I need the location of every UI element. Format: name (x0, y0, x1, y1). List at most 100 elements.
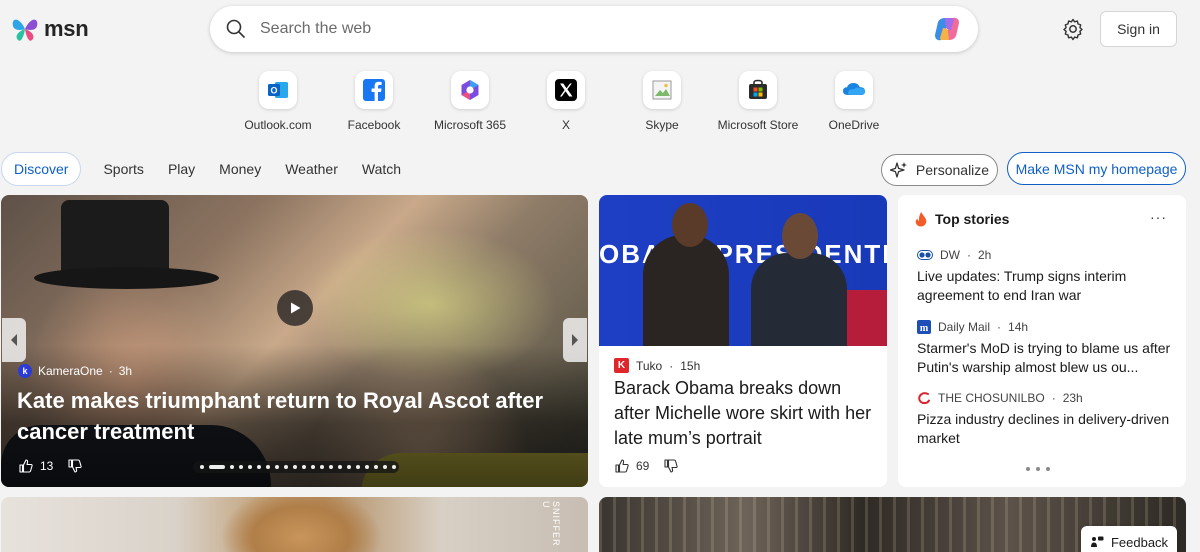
story-item[interactable]: m Daily Mail · 14h Starmer's MoD is tryi… (917, 320, 1173, 377)
svg-text:m: m (920, 323, 929, 334)
carousel-dot[interactable] (383, 465, 387, 469)
card-reactions: 69 (614, 458, 679, 474)
quick-link-facebook[interactable]: Facebook (326, 71, 422, 132)
quick-link-onedrive[interactable]: OneDrive (806, 71, 902, 132)
thumbs-down-icon[interactable] (663, 458, 679, 474)
quick-link-skype[interactable]: Skype (614, 71, 710, 132)
thumbs-up-icon[interactable] (18, 458, 34, 474)
quick-link-x[interactable]: X (518, 71, 614, 132)
butterfly-icon (12, 19, 38, 41)
carousel-dot[interactable] (284, 465, 288, 469)
copilot-icon[interactable] (932, 14, 962, 44)
carousel-next-button[interactable] (563, 318, 587, 362)
more-options-button[interactable]: ··· (1150, 209, 1167, 225)
carousel-dot[interactable] (329, 465, 333, 469)
quick-link-label: OneDrive (828, 118, 880, 132)
hero-source[interactable]: k KameraOne · 3h (18, 364, 132, 378)
carousel-dot[interactable] (374, 465, 378, 469)
story-source-name: DW (940, 248, 960, 262)
carousel-indicators[interactable] (193, 461, 399, 473)
news-card-dog[interactable]: SNIFFER U (1, 497, 588, 552)
story-item[interactable]: THE CHOSUNILBO · 23h Pizza industry decl… (917, 391, 1173, 448)
top-stories-pagination[interactable] (1026, 467, 1050, 471)
tab-discover[interactable]: Discover (1, 152, 82, 186)
quick-links: O Outlook.com Facebook Microsoft 365 X S… (230, 71, 902, 132)
news-card-obama[interactable]: OBAMA PRESIDENTIAL K Tuko · 15h Barack O… (599, 195, 887, 487)
microsoft-365-icon (451, 71, 489, 109)
sign-in-button[interactable]: Sign in (1100, 11, 1177, 47)
like-count: 69 (636, 459, 650, 473)
source-separator: · (967, 248, 971, 262)
pagination-dot[interactable] (1036, 467, 1040, 471)
feedback-button[interactable]: Feedback (1081, 526, 1177, 552)
pagination-dot[interactable] (1046, 467, 1050, 471)
carousel-dot[interactable] (266, 465, 270, 469)
thumbs-up-icon[interactable] (614, 458, 630, 474)
carousel-dot[interactable] (347, 465, 351, 469)
outlook-icon: O (259, 71, 297, 109)
tab-watch[interactable]: Watch (350, 152, 413, 186)
microsoft-store-icon (739, 71, 777, 109)
carousel-dot[interactable] (293, 465, 297, 469)
image-figure-right (751, 253, 847, 346)
carousel-dot[interactable] (200, 465, 204, 469)
carousel-dot[interactable] (302, 465, 306, 469)
tuko-logo: K (614, 358, 629, 373)
carousel-dot[interactable] (248, 465, 252, 469)
banner-text: OBAMA PRESIDENTIAL (599, 239, 887, 270)
carousel-dot-active[interactable] (209, 465, 225, 469)
quick-link-outlook[interactable]: O Outlook.com (230, 71, 326, 132)
quick-link-microsoft-365[interactable]: Microsoft 365 (422, 71, 518, 132)
play-icon (291, 302, 301, 314)
make-homepage-button[interactable]: Make MSN my homepage (1007, 152, 1186, 185)
gear-icon (1063, 18, 1083, 41)
card-title[interactable]: Barack Obama breaks down after Michelle … (614, 376, 876, 451)
daily-mail-logo-icon: m (917, 320, 931, 334)
logo-text: msn (44, 16, 89, 41)
sparkle-icon (889, 162, 907, 178)
carousel-prev-button[interactable] (2, 318, 26, 362)
quick-link-label: Skype (645, 118, 679, 132)
carousel-dot[interactable] (239, 465, 243, 469)
onedrive-icon (835, 71, 873, 109)
source-name: Tuko (636, 358, 663, 373)
carousel-dot[interactable] (338, 465, 342, 469)
pagination-dot[interactable] (1026, 467, 1030, 471)
hero-title[interactable]: Kate makes triumphant return to Royal As… (17, 385, 562, 447)
tab-money[interactable]: Money (207, 152, 273, 186)
msn-logo[interactable]: msn (10, 14, 89, 44)
search-bar[interactable] (210, 6, 978, 52)
story-item[interactable]: DW · 2h Live updates: Trump signs interi… (917, 248, 1173, 305)
tab-play[interactable]: Play (156, 152, 207, 186)
carousel-dot[interactable] (230, 465, 234, 469)
search-input[interactable] (260, 20, 932, 38)
story-title[interactable]: Pizza industry declines in delivery-driv… (917, 410, 1173, 448)
personalize-button[interactable]: Personalize (881, 154, 998, 186)
carousel-dot[interactable] (356, 465, 360, 469)
carousel-dot[interactable] (320, 465, 324, 469)
thumbs-down-icon[interactable] (67, 458, 83, 474)
story-title[interactable]: Live updates: Trump signs interim agreem… (917, 267, 1173, 305)
story-title[interactable]: Starmer's MoD is trying to blame us afte… (917, 339, 1173, 377)
quick-link-microsoft-store[interactable]: Microsoft Store (710, 71, 806, 132)
hero-card[interactable]: k KameraOne · 3h Kate makes triumphant r… (1, 195, 588, 487)
tab-sports[interactable]: Sports (91, 152, 155, 186)
play-button[interactable] (277, 290, 313, 326)
top-stories-header[interactable]: Top stories (914, 211, 1009, 227)
image-figure-right-head (782, 213, 818, 259)
like-count: 13 (40, 459, 54, 473)
carousel-dot[interactable] (392, 465, 396, 469)
personalize-label: Personalize (915, 162, 990, 178)
carousel-dot[interactable] (275, 465, 279, 469)
story-time: 14h (1008, 320, 1029, 334)
card-source[interactable]: K Tuko · 15h (614, 358, 700, 373)
dw-logo-icon (917, 250, 933, 260)
carousel-dot[interactable] (257, 465, 261, 469)
carousel-dot[interactable] (365, 465, 369, 469)
settings-button[interactable] (1061, 17, 1085, 46)
carousel-dot[interactable] (311, 465, 315, 469)
source-separator: · (108, 364, 113, 378)
image-side-text: SNIFFER U (541, 501, 561, 547)
tab-weather[interactable]: Weather (273, 152, 350, 186)
story-source: DW · 2h (917, 248, 1173, 262)
